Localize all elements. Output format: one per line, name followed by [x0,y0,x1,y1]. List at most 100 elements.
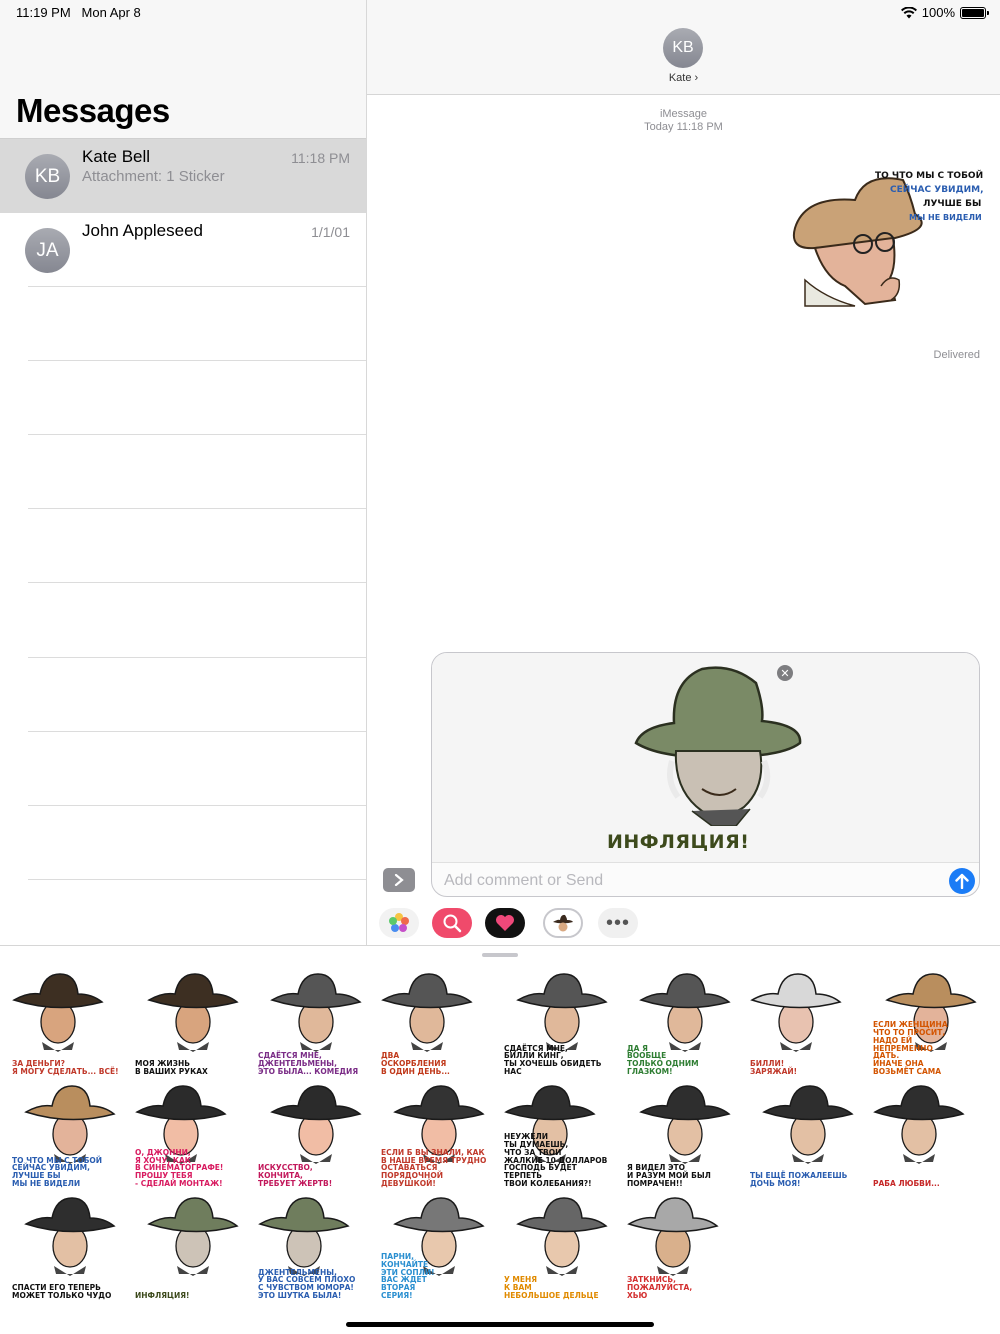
sticker-caption: БИЛЛИ! ЗАРЯЖАЙ! [750,1059,798,1077]
sticker-drawer: ЗА ДЕНЬГИ? Я МОГУ СДЕЛАТЬ... ВСЁ! МОЯ ЖИЗ… [0,945,1000,1334]
send-button[interactable] [949,868,975,894]
sticker-item[interactable]: ЗАТКНИСЬ, ПОЖАЛУЙСТА, ХЬЮ [623,1194,741,1304]
sticker-item[interactable]: ПАРНИ, КОНЧАЙТЕ ЭТИ СОПЛИ! ВАС ЖДЕТ ВТОР… [377,1194,495,1304]
sticker-caption-line: ТО ЧТО МЫ С ТОБОЙ [875,171,984,181]
contact-name[interactable]: Kate › [367,72,1000,84]
sticker-item[interactable]: ТО ЧТО МЫ С ТОБОЙ СЕЙЧАС УВИДИМ, ЛУЧШЕ Б… [8,1082,126,1192]
sticker-item[interactable]: МОЯ ЖИЗНЬ В ВАШИХ РУКАХ [131,970,249,1080]
inflation-sticker-illustration [634,666,802,826]
wifi-icon [900,6,917,18]
sticker-item[interactable]: ИСКУССТВО, КОНЧИТА, ТРЕБУЕТ ЖЕРТВ! [254,1082,372,1192]
sticker-item[interactable]: ДА Я ВООБЩЕ ТОЛЬКО ОДНИМ ГЛАЗКОМ! [623,970,741,1080]
sticker-caption: Я ВИДЕЛ ЭТО И РАЗУМ МОЙ БЫЛ ПОМРАЧЕН!! [627,1163,711,1189]
sticker-item[interactable]: ЗА ДЕНЬГИ? Я МОГУ СДЕЛАТЬ... ВСЁ! [8,970,126,1080]
compose-box[interactable]: ИНФЛЯЦИЯ! ✕ Add comment or Send [431,652,980,897]
conversation-detail-pane: KB Kate › iMessage Today 11:18 PM ТО ЧТО… [367,0,1000,945]
avatar: JA [25,228,70,273]
sticker-caption-line: ЛУЧШЕ БЫ [923,199,982,209]
sticker-caption: НЕУЖЕЛИ ТЫ ДУМАЕШЬ, ЧТО ЗА ТВОИ ЖАЛКИЕ 1… [504,1131,608,1189]
photos-app-button[interactable] [379,908,419,938]
sticker-caption: ТО ЧТО МЫ С ТОБОЙ СЕЙЧАС УВИДИМ, ЛУЧШЕ Б… [12,1155,103,1189]
sticker-item[interactable]: РАБА ЛЮБВИ... [869,1082,987,1192]
sticker-caption: ЕСЛИ ЖЕНЩИНА ЧТО ТО ПРОСИТ, НАДО ЕЙ НЕПР… [873,1019,948,1077]
conversation-kate-bell[interactable]: KB Kate Bell Attachment: 1 Sticker 11:18… [0,139,366,213]
sticker-caption: ДА Я ВООБЩЕ ТОЛЬКО ОДНИМ ГЛАЗКОМ! [627,1043,699,1077]
sticker-item[interactable]: ИНФЛЯЦИЯ! [131,1194,249,1304]
sticker-caption: СПАСТИ ЕГО ТЕПЕРЬ МОЖЕТ ТОЛЬКО ЧУДО [12,1283,112,1301]
sticker-item[interactable]: Я ВИДЕЛ ЭТО И РАЗУМ МОЙ БЫЛ ПОМРАЧЕН!! [623,1082,741,1192]
avatar: KB [25,154,70,199]
page-title: Messages [16,92,170,129]
sent-sticker[interactable]: ТО ЧТО МЫ С ТОБОЙ СЕЙЧАС УВИДИМ, ЛУЧШЕ Б… [785,168,985,308]
conversation-date: 1/1/01 [311,224,350,240]
sticker-item[interactable]: СДАЁТСЯ МНЕ, БИЛЛИ КИНГ, ТЫ ХОЧЕШЬ ОБИДЕ… [500,970,618,1080]
photos-icon [389,913,409,932]
conversation-date: 11:18 PM [291,150,350,166]
app-drawer-strip: ••• [367,900,1000,945]
sticker-caption: СДАЁТСЯ МНЕ, БИЛЛИ КИНГ, ТЫ ХОЧЕШЬ ОБИДЕ… [504,1043,602,1077]
home-indicator[interactable] [346,1322,654,1327]
divider [28,286,366,287]
conversation-name: John Appleseed [82,221,203,240]
conversation-list-pane: Messages KB Kate Bell Attachment: 1 Stic… [0,0,367,945]
more-icon: ••• [605,912,630,934]
sticker-caption: ЗА ДЕНЬГИ? Я МОГУ СДЕЛАТЬ... ВСЁ! [12,1059,119,1077]
status-date: Mon Apr 8 [81,5,141,20]
heart-icon [496,915,514,931]
sticker-caption: ИСКУССТВО, КОНЧИТА, ТРЕБУЕТ ЖЕРТВ! [258,1163,333,1189]
status-bar: 11:19 PM Mon Apr 8 100% [0,0,1000,24]
globe-search-icon [443,914,462,933]
sticker-character-illustration [873,1085,965,1164]
divider [28,434,366,435]
digital-touch-app-button[interactable] [485,908,525,938]
sticker-item[interactable]: ДВА ОСКОРБЛЕНИЯ В ОДИН ДЕНЬ... [377,970,495,1080]
battery-icon [960,6,989,19]
sticker-caption: ИНФЛЯЦИЯ! [135,1291,190,1301]
conversation-john-appleseed[interactable]: JA John Appleseed 1/1/01 [0,213,366,287]
sticker-character-illustration [147,1197,239,1276]
sticker-item[interactable]: СДАЁТСЯ МНЕ, ДЖЕНТЕЛЬМЕНЫ, ЭТО БЫЛА... К… [254,970,372,1080]
sticker-item[interactable]: ТЫ ЕЩЁ ПОЖАЛЕЕШЬ ДОЧЬ МОЯ! [746,1082,864,1192]
delivery-status: Delivered [933,349,980,361]
divider [28,657,366,658]
divider [28,731,366,732]
sticker-caption: ЕСЛИ Б ВЫ ЗНАЛИ, КАК В НАШЕ ВРЕМЯ ТРУДНО… [381,1147,487,1189]
drawer-grabber[interactable] [482,953,518,957]
sticker-item[interactable]: БИЛЛИ! ЗАРЯЖАЙ! [746,970,864,1080]
battery-percent: 100% [921,5,955,20]
sticker-caption: ПАРНИ, КОНЧАЙТЕ ЭТИ СОПЛИ! ВАС ЖДЕТ ВТОР… [381,1251,435,1301]
sticker-item[interactable]: ЕСЛИ Б ВЫ ЗНАЛИ, КАК В НАШЕ ВРЕМЯ ТРУДНО… [377,1082,495,1192]
sticker-item[interactable]: ДЖЕНТЕЛЬМЕНЫ, У ВАС СОВСЕМ ПЛОХО С ЧУВСТ… [254,1194,372,1304]
sticker-item[interactable]: СПАСТИ ЕГО ТЕПЕРЬ МОЖЕТ ТОЛЬКО ЧУДО [8,1194,126,1304]
sticker-caption: О, ДЖОННИ, Я ХОЧУ, КАК В СИНЕМАТОГРАФЕ! … [135,1147,224,1189]
sticker-caption: РАБА ЛЮБВИ... [873,1179,940,1189]
sticker-item[interactable]: У МЕНЯ К ВАМ НЕБОЛЬШОЕ ДЕЛЬЦЕ [500,1194,618,1304]
service-label: iMessage [659,108,708,120]
arrow-up-icon [955,873,969,889]
preview-sticker-caption: ИНФЛЯЦИЯ! [607,831,750,853]
divider [28,508,366,509]
sticker-caption: ТЫ ЕЩЁ ПОЖАЛЕЕШЬ ДОЧЬ МОЯ! [750,1171,848,1189]
expand-apps-button[interactable] [383,868,415,892]
divider [28,805,366,806]
contact-avatar[interactable]: KB [663,28,703,68]
sticker-item[interactable]: ЕСЛИ ЖЕНЩИНА ЧТО ТО ПРОСИТ, НАДО ЕЙ НЕПР… [869,970,987,1080]
status-right: 100% [900,5,989,20]
close-icon: ✕ [780,667,790,680]
status-clock: 11:19 PM [16,5,71,20]
sticker-pack-app-button[interactable] [543,908,583,938]
sticker-item[interactable]: НЕУЖЕЛИ ТЫ ДУМАЕШЬ, ЧТО ЗА ТВОИ ЖАЛКИЕ 1… [500,1082,618,1192]
sticker-item[interactable]: О, ДЖОННИ, Я ХОЧУ, КАК В СИНЕМАТОГРАФЕ! … [131,1082,249,1192]
divider [28,360,366,361]
message-input[interactable]: Add comment or Send [444,872,603,890]
status-time: 11:19 PM Mon Apr 8 [16,5,141,20]
divider [28,582,366,583]
sticker-caption: ЗАТКНИСЬ, ПОЖАЛУЙСТА, ХЬЮ [627,1275,693,1301]
more-apps-button[interactable]: ••• [598,908,638,938]
cowboy-hat-icon [553,914,573,932]
remove-attachment-button[interactable]: ✕ [777,665,793,681]
divider [28,879,366,880]
sticker-caption: МОЯ ЖИЗНЬ В ВАШИХ РУКАХ [135,1059,208,1077]
sticker-caption: У МЕНЯ К ВАМ НЕБОЛЬШОЕ ДЕЛЬЦЕ [504,1275,599,1301]
images-search-app-button[interactable] [432,908,472,938]
